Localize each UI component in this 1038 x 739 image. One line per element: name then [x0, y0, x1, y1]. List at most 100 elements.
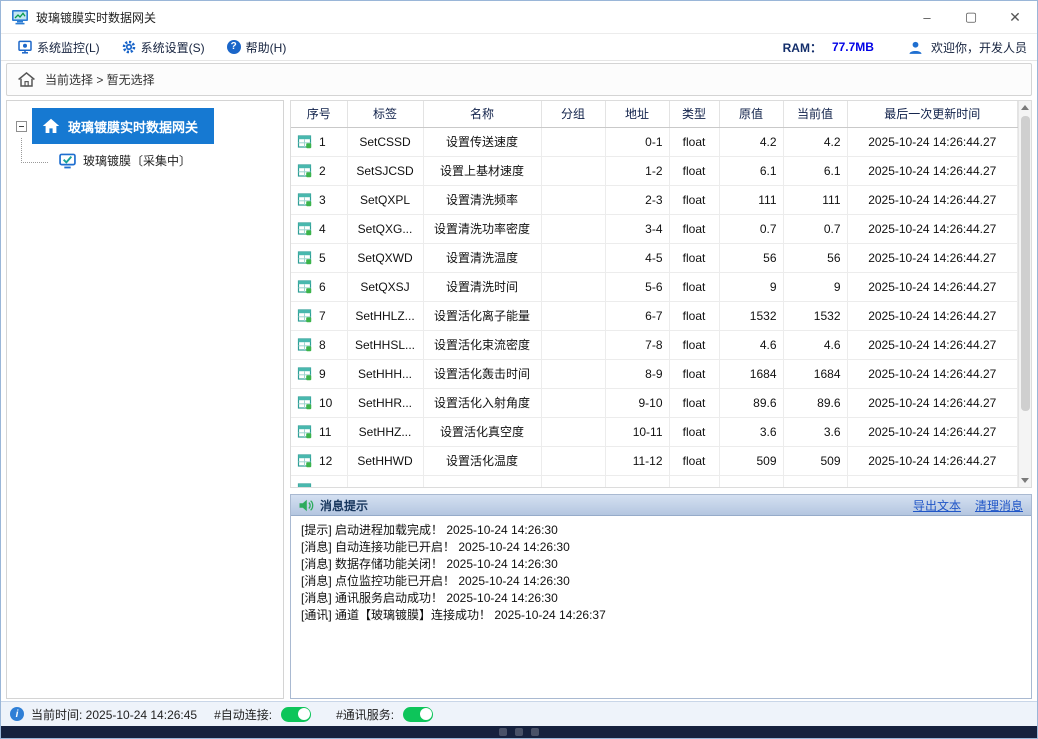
point-table-icon: [297, 337, 312, 352]
export-text-link[interactable]: 导出文本: [913, 497, 961, 514]
cell-orig: 9: [719, 272, 783, 301]
cell-orig: 3.6: [719, 417, 783, 446]
tree-root-node[interactable]: 玻璃镀膜实时数据网关: [32, 108, 214, 144]
info-icon: i: [10, 707, 24, 721]
column-header-8[interactable]: 最后一次更新时间: [847, 101, 1018, 127]
scroll-down-arrow[interactable]: [1019, 474, 1032, 487]
table-row[interactable]: 8SetHHSL...设置活化束流密度7-8float4.64.62025-10…: [291, 330, 1018, 359]
cell-addr: 6-7: [605, 301, 669, 330]
cell-type: float: [669, 243, 719, 272]
cell-no: 5: [291, 243, 347, 272]
cell-addr: 1-2: [605, 156, 669, 185]
column-header-4[interactable]: 地址: [605, 101, 669, 127]
cell-addr: 0-1: [605, 127, 669, 156]
auto-connect-toggle[interactable]: [281, 707, 311, 722]
tree-collapse-toggle[interactable]: [16, 121, 27, 132]
column-header-0[interactable]: 序号: [291, 101, 347, 127]
row-number: 7: [319, 309, 326, 323]
cell-type: float: [669, 156, 719, 185]
app-icon: [11, 8, 29, 26]
column-header-3[interactable]: 分组: [541, 101, 605, 127]
system-monitor-icon: [18, 40, 32, 54]
table-row-partial[interactable]: [291, 475, 1018, 487]
table-row[interactable]: 5SetQXWD设置清洗温度4-5float56562025-10-24 14:…: [291, 243, 1018, 272]
tree-channel-node[interactable]: 玻璃镀膜〔采集中〕: [59, 152, 283, 169]
row-number: 11: [319, 425, 331, 439]
scrollbar-thumb[interactable]: [1021, 116, 1030, 411]
column-header-6[interactable]: 原值: [719, 101, 783, 127]
cell-orig: 509: [719, 446, 783, 475]
cell-name: [423, 475, 541, 487]
cell-group: [541, 214, 605, 243]
menu-item-label: 系统监控(L): [37, 39, 100, 56]
cell-cur: 89.6: [783, 388, 847, 417]
row-number: 6: [319, 280, 326, 294]
cell-time: [847, 475, 1018, 487]
table-row[interactable]: 11SetHHZ...设置活化真空度10-11float3.63.62025-1…: [291, 417, 1018, 446]
column-header-5[interactable]: 类型: [669, 101, 719, 127]
cell-orig: 89.6: [719, 388, 783, 417]
clear-messages-link[interactable]: 清理消息: [975, 497, 1023, 514]
cell-name: 设置活化离子能量: [423, 301, 541, 330]
cell-no: 3: [291, 185, 347, 214]
cell-name: 设置传送速度: [423, 127, 541, 156]
table-row[interactable]: 9SetHHH...设置活化轰击时间8-9float168416842025-1…: [291, 359, 1018, 388]
cell-no: 6: [291, 272, 347, 301]
table-row[interactable]: 2SetSJCSD设置上基材速度1-2float6.16.12025-10-24…: [291, 156, 1018, 185]
column-header-2[interactable]: 名称: [423, 101, 541, 127]
comm-service-toggle[interactable]: [403, 707, 433, 722]
point-table-icon: [297, 453, 312, 468]
taskbar-icon[interactable]: [515, 728, 523, 736]
device-tree-panel: 玻璃镀膜实时数据网关 玻璃镀膜〔采集中〕: [6, 100, 284, 699]
table-row[interactable]: 12SetHHWD设置活化温度11-12float5095092025-10-2…: [291, 446, 1018, 475]
table-row[interactable]: 7SetHHLZ...设置活化离子能量6-7float153215322025-…: [291, 301, 1018, 330]
scroll-up-arrow[interactable]: [1019, 101, 1032, 114]
cell-no: [291, 475, 347, 487]
message-line: [消息] 通讯服务启动成功！ 2025-10-24 14:26:30: [301, 590, 1021, 607]
menu-item-system-settings[interactable]: 系统设置(S): [113, 35, 214, 60]
points-table-body: 1SetCSSD设置传送速度0-1float4.24.22025-10-24 1…: [291, 127, 1018, 487]
maximize-button[interactable]: ▢: [949, 1, 993, 33]
row-number: 9: [319, 367, 326, 381]
windows-taskbar[interactable]: [1, 726, 1037, 738]
menu-item-system-monitor[interactable]: 系统监控(L): [9, 35, 109, 60]
cell-cur: 1532: [783, 301, 847, 330]
home-icon[interactable]: [17, 71, 36, 88]
cell-name: 设置上基材速度: [423, 156, 541, 185]
cell-orig: 1532: [719, 301, 783, 330]
table-row[interactable]: 4SetQXG...设置清洗功率密度3-4float0.70.72025-10-…: [291, 214, 1018, 243]
cell-cur: 4.6: [783, 330, 847, 359]
close-button[interactable]: ✕: [993, 1, 1037, 33]
cell-time: 2025-10-24 14:26:44.27: [847, 446, 1018, 475]
column-header-1[interactable]: 标签: [347, 101, 423, 127]
column-header-7[interactable]: 当前值: [783, 101, 847, 127]
minimize-button[interactable]: –: [905, 1, 949, 33]
taskbar-icon[interactable]: [531, 728, 539, 736]
table-row[interactable]: 3SetQXPL设置清洗频率2-3float1111112025-10-24 1…: [291, 185, 1018, 214]
point-table-icon: [297, 163, 312, 178]
table-row[interactable]: 6SetQXSJ设置清洗时间5-6float992025-10-24 14:26…: [291, 272, 1018, 301]
menu-item-label: 帮助(H): [246, 39, 287, 56]
cell-group: [541, 127, 605, 156]
speaker-icon: [299, 499, 314, 512]
tree-channel-label: 玻璃镀膜〔采集中〕: [83, 152, 191, 169]
cell-no: 2: [291, 156, 347, 185]
cell-cur: [783, 475, 847, 487]
cell-name: 设置清洗频率: [423, 185, 541, 214]
cell-time: 2025-10-24 14:26:44.27: [847, 417, 1018, 446]
point-table-icon: [297, 308, 312, 323]
message-panel: 消息提示 导出文本清理消息 [提示] 启动进程加载完成！ 2025-10-24 …: [290, 494, 1032, 699]
cell-type: float: [669, 214, 719, 243]
menu-item-help[interactable]: ?帮助(H): [218, 35, 296, 60]
scrollbar-track[interactable]: [1019, 114, 1032, 474]
table-row[interactable]: 10SetHHR...设置活化入射角度9-10float89.689.62025…: [291, 388, 1018, 417]
table-scrollbar[interactable]: [1018, 101, 1031, 487]
auto-connect-label: #自动连接:: [214, 706, 272, 723]
table-row[interactable]: 1SetCSSD设置传送速度0-1float4.24.22025-10-24 1…: [291, 127, 1018, 156]
message-links: 导出文本清理消息: [913, 497, 1023, 514]
tree-root-label: 玻璃镀膜实时数据网关: [68, 117, 198, 136]
cell-group: [541, 475, 605, 487]
cell-time: 2025-10-24 14:26:44.27: [847, 359, 1018, 388]
message-line: [消息] 数据存储功能关闭！ 2025-10-24 14:26:30: [301, 556, 1021, 573]
taskbar-icon[interactable]: [499, 728, 507, 736]
